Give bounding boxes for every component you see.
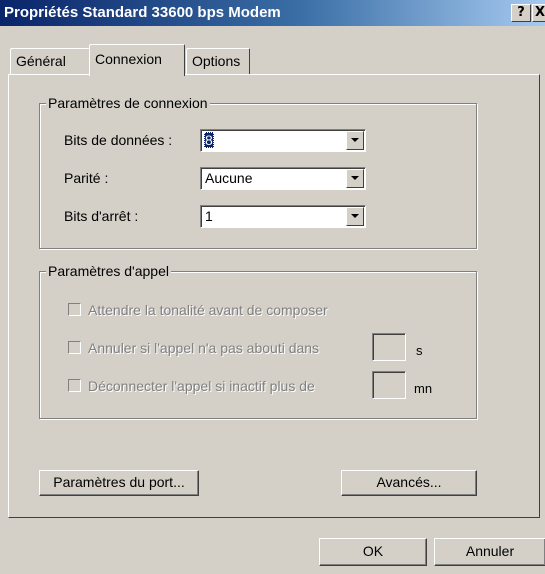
minutes-unit: mn xyxy=(414,381,433,396)
tab-panel-connexion: Paramètres de connexion Bits de données … xyxy=(8,74,540,518)
modem-properties-dialog: Propriétés Standard 33600 bps Modem ? X … xyxy=(0,0,545,574)
tab-general[interactable]: Général xyxy=(10,48,90,74)
stop-bits-select[interactable]: 1 xyxy=(200,205,366,228)
tab-connexion-label: Connexion xyxy=(95,51,162,67)
ok-button[interactable]: OK xyxy=(319,538,427,566)
title-bar[interactable]: Propriétés Standard 33600 bps Modem ? X xyxy=(0,0,545,26)
call-settings-title: Paramètres d'appel xyxy=(46,263,171,279)
data-bits-value: 8 xyxy=(204,132,214,148)
parity-select[interactable]: Aucune xyxy=(200,167,366,190)
stop-bits-value: 1 xyxy=(205,208,213,224)
tab-options[interactable]: Options xyxy=(186,48,250,74)
port-settings-button[interactable]: Paramètres du port... xyxy=(39,470,199,496)
chevron-down-icon[interactable] xyxy=(346,169,364,188)
close-icon: X xyxy=(534,5,545,20)
data-bits-select[interactable]: 8 xyxy=(200,129,366,152)
parity-label: Parité : xyxy=(64,170,109,186)
call-settings-group: Paramètres d'appel Attendre la tonalité … xyxy=(39,263,477,419)
window-title: Propriétés Standard 33600 bps Modem xyxy=(4,4,281,21)
parity-value: Aucune xyxy=(205,170,253,186)
disconnect-idle-checkbox[interactable] xyxy=(68,379,81,392)
tab-connexion[interactable]: Connexion xyxy=(89,44,185,76)
disconnect-idle-label: Déconnecter l'appel si inactif plus de xyxy=(88,378,315,394)
help-icon: ? xyxy=(517,5,525,20)
connection-settings-title: Paramètres de connexion xyxy=(46,95,210,111)
help-button[interactable]: ? xyxy=(511,4,531,22)
advanced-button[interactable]: Avancés... xyxy=(341,470,477,496)
tab-general-label: Général xyxy=(16,53,66,69)
chevron-down-icon[interactable] xyxy=(346,131,364,150)
connection-settings-group: Paramètres de connexion Bits de données … xyxy=(39,95,477,249)
data-bits-label: Bits de données : xyxy=(64,132,173,148)
cancel-call-checkbox[interactable] xyxy=(68,341,81,354)
cancel-call-label: Annuler si l'appel n'a pas abouti dans xyxy=(88,340,320,356)
wait-dial-tone-checkbox[interactable] xyxy=(68,303,81,316)
cancel-button[interactable]: Annuler xyxy=(434,538,545,566)
chevron-down-icon[interactable] xyxy=(346,207,364,226)
disconnect-idle-minutes-input[interactable] xyxy=(372,371,406,399)
tab-options-label: Options xyxy=(192,53,241,69)
stop-bits-label: Bits d'arrêt : xyxy=(64,208,139,224)
close-button[interactable]: X xyxy=(532,4,545,22)
seconds-unit: s xyxy=(416,343,423,358)
cancel-call-seconds-input[interactable] xyxy=(372,333,406,361)
wait-dial-tone-label: Attendre la tonalité avant de composer xyxy=(88,302,328,318)
